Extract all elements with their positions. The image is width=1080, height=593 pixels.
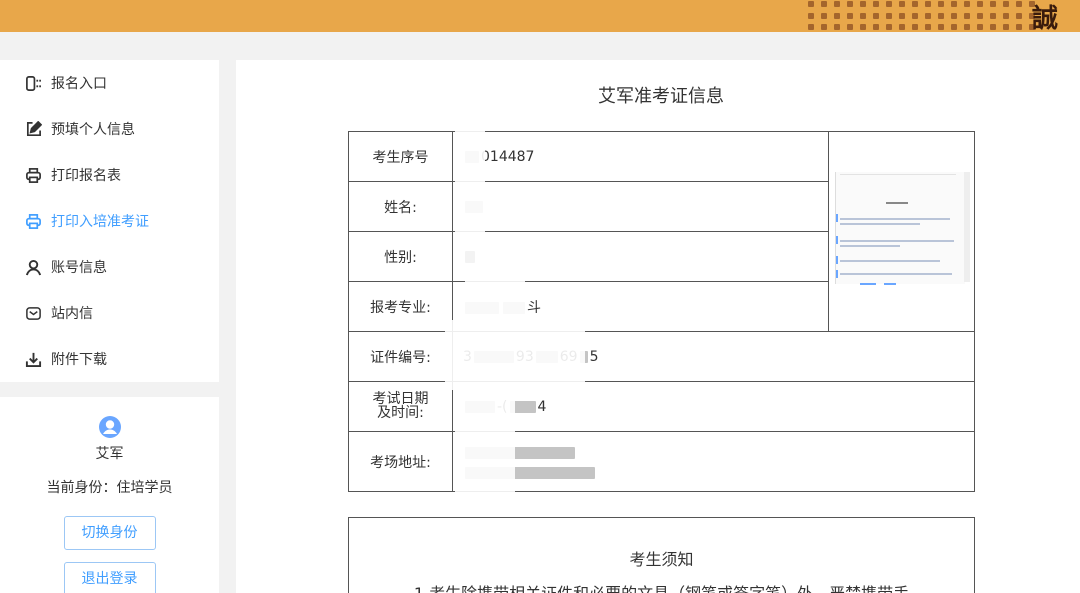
printer-icon	[24, 166, 42, 184]
mail-icon	[24, 304, 42, 322]
date-value: -(4	[452, 381, 975, 432]
name-label: 姓名:	[348, 181, 453, 232]
date-label: 考试日期 及时间:	[348, 381, 453, 432]
sidebar-item-label: 站内信	[51, 306, 93, 322]
main-panel: 艾军准考证信息 考生序号 014487 姓名: 性别: 报考专业: 斗 证件编号…	[236, 60, 1080, 593]
gender-label: 性别:	[348, 231, 453, 282]
calligraphy-decoration	[808, 0, 1035, 32]
sidebar-item-label: 报名入口	[51, 76, 107, 92]
sidebar-item-prefill[interactable]: 预填个人信息	[0, 106, 219, 152]
download-icon	[24, 350, 42, 368]
user-avatar-icon	[98, 415, 122, 439]
sidebar-item-label: 打印入培准考证	[51, 214, 149, 230]
photo-cell	[828, 131, 975, 332]
edit-icon	[24, 120, 42, 138]
admission-info-table: 考生序号 014487 姓名: 性别: 报考专业: 斗 证件编号: 3 93 6…	[348, 131, 975, 492]
table-row: 证件编号: 3 93 69 5	[348, 331, 975, 382]
sidebar-item-label: 账号信息	[51, 260, 107, 276]
printer-icon	[24, 212, 42, 230]
profile-name: 艾军	[95, 446, 124, 462]
table-row: 考生序号 014487	[348, 131, 975, 332]
page-title: 艾军准考证信息	[598, 86, 724, 107]
major-label: 报考专业:	[348, 281, 453, 332]
top-banner: 誠	[0, 0, 1080, 32]
sidebar-item-downloads[interactable]: 附件下载	[0, 336, 219, 382]
table-row: 考场地址:	[348, 431, 975, 492]
seq-label: 考生序号	[348, 131, 453, 182]
major-value: 斗	[452, 281, 829, 332]
entry-icon	[24, 74, 42, 92]
sidebar-item-print-form[interactable]: 打印报名表	[0, 152, 219, 198]
name-value	[452, 181, 829, 232]
profile-card: 艾军 当前身份：住培学员 切换身份 退出登录	[0, 397, 219, 593]
notice-title: 考生须知	[629, 550, 694, 569]
sidebar-item-account[interactable]: 账号信息	[0, 244, 219, 290]
sidebar-item-label: 预填个人信息	[51, 122, 135, 138]
gender-value	[452, 231, 829, 282]
id-label: 证件编号:	[348, 331, 453, 382]
user-icon	[24, 258, 42, 276]
sidebar-item-print-admission[interactable]: 打印入培准考证	[0, 198, 219, 244]
sidebar-item-register[interactable]: 报名入口	[0, 60, 219, 106]
sidebar-item-messages[interactable]: 站内信	[0, 290, 219, 336]
logout-button[interactable]: 退出登录	[63, 562, 156, 593]
sidebar-item-label: 打印报名表	[51, 168, 121, 184]
id-value: 3 93 69 5	[452, 331, 975, 382]
place-value	[452, 431, 975, 492]
profile-role: 当前身份：住培学员	[46, 480, 173, 496]
table-row: 考试日期 及时间: -(4	[348, 381, 975, 432]
seq-value: 014487	[452, 131, 829, 182]
document-thumbnail	[835, 172, 970, 285]
logo-character: 誠	[1031, 4, 1058, 32]
sidebar-item-label: 附件下载	[51, 352, 107, 368]
place-label: 考场地址:	[348, 431, 453, 492]
exam-notice: 考生须知 1.考生除携带相关证件和必要的文具（钢笔或签字笔）外，严禁携带手	[348, 517, 975, 593]
notice-text: 1.考生除携带相关证件和必要的文具（钢笔或签字笔）外，严禁携带手	[349, 580, 974, 593]
sidebar-menu: 报名入口 预填个人信息 打印报名表 打印入培准考证 账号信息 站内信 附件下载	[0, 60, 219, 382]
switch-identity-button[interactable]: 切换身份	[63, 516, 156, 550]
